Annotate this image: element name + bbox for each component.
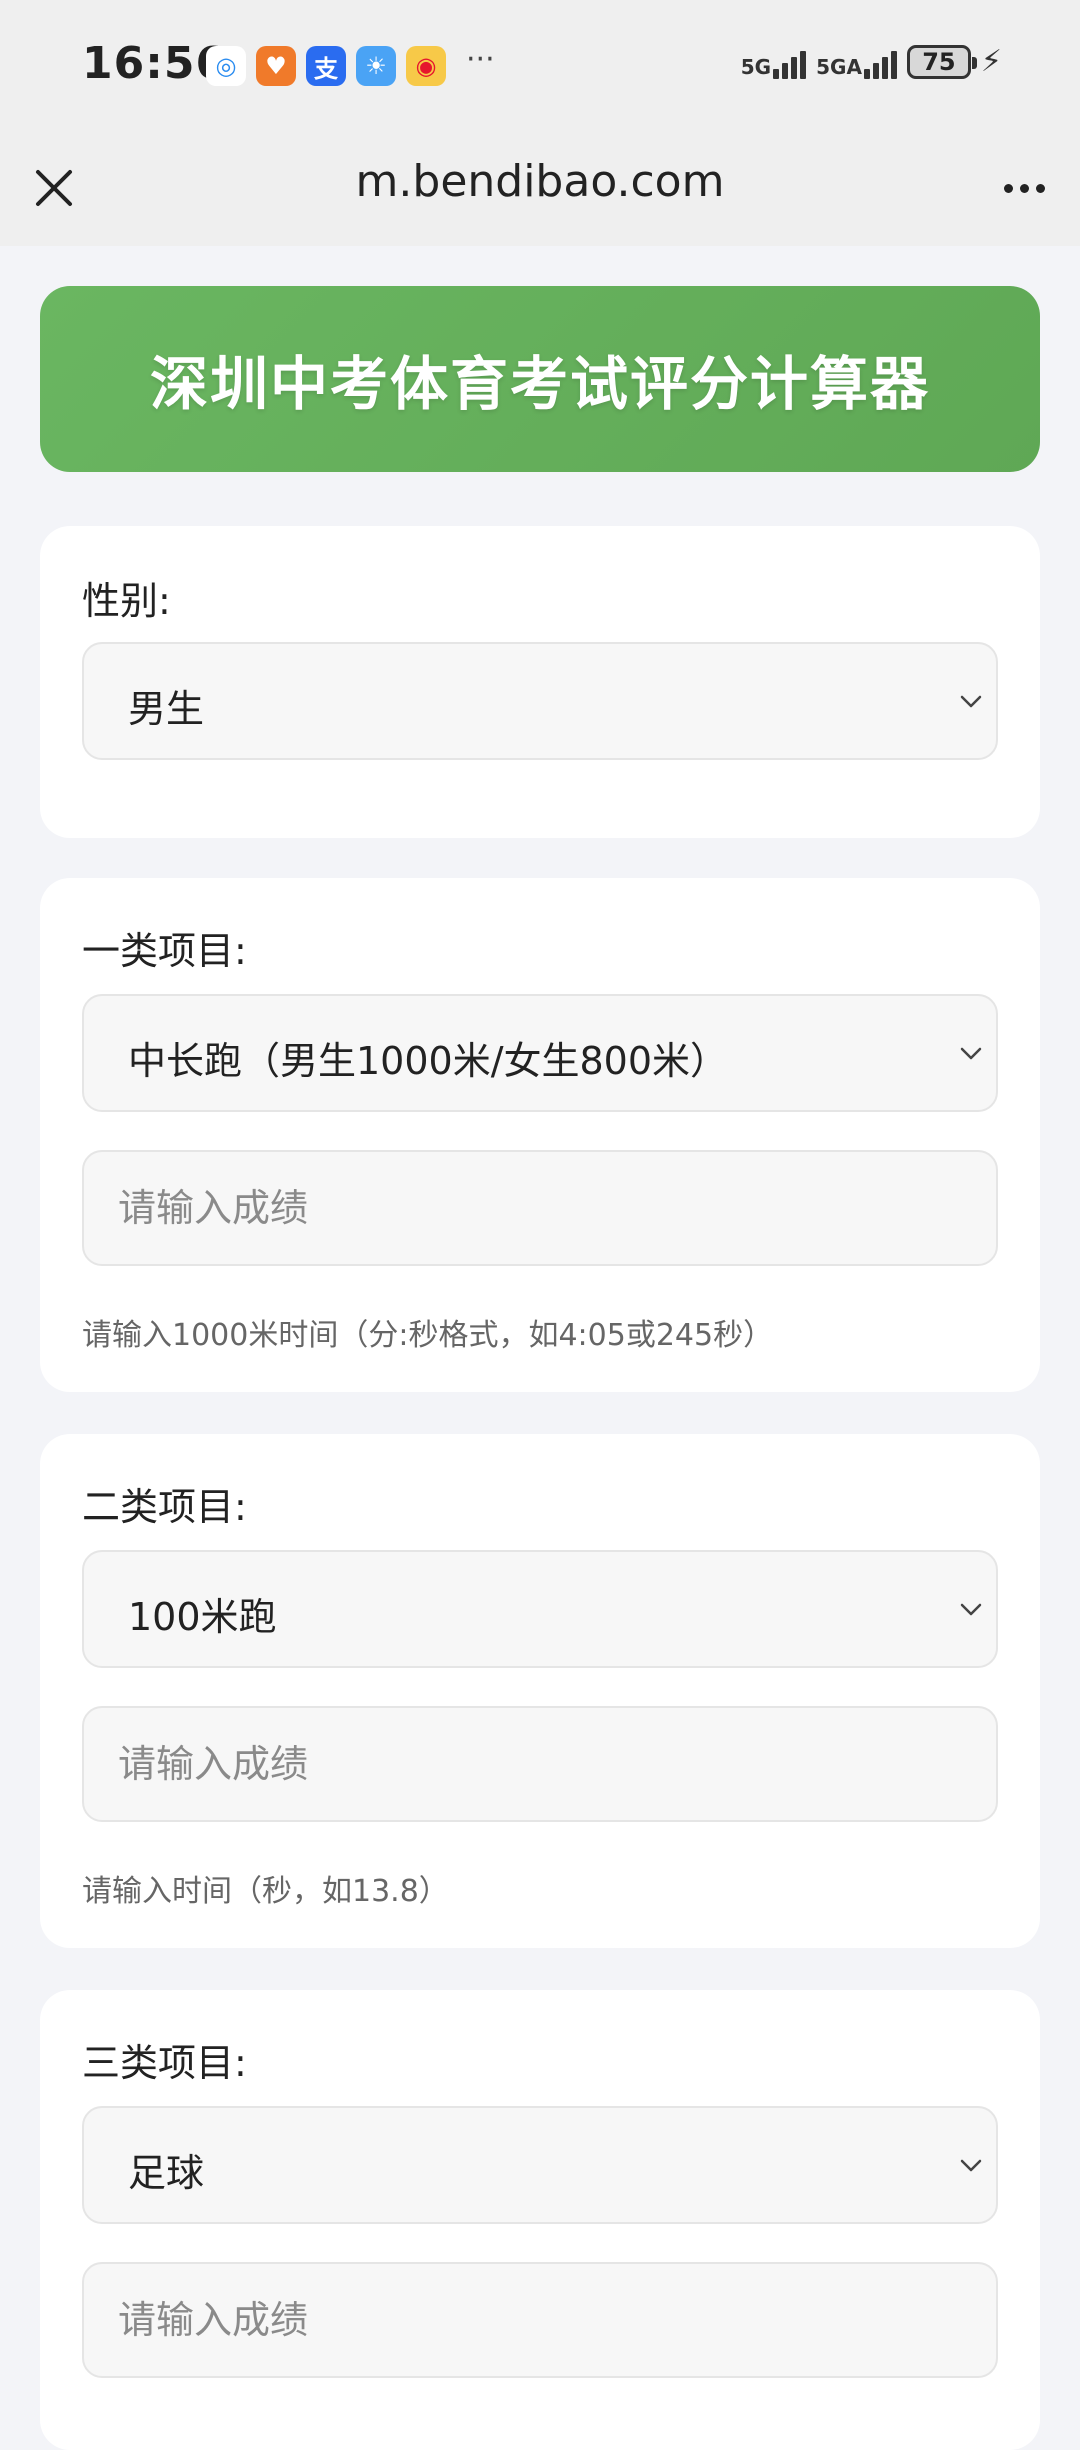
gender-card: 性别: 男生 bbox=[40, 526, 1040, 838]
network-type-label: 5G bbox=[740, 54, 772, 79]
system-indicators: 5G 5GA 75 ⚡ bbox=[741, 44, 1002, 79]
category-2-card: 二类项目: 100米跑 请输入时间（秒，如13.8） bbox=[40, 1434, 1040, 1948]
network-type-label: 5GA bbox=[816, 54, 862, 79]
chevron-down-icon bbox=[960, 2159, 982, 2172]
gender-select[interactable]: 男生 bbox=[82, 642, 998, 760]
category-1-hint: 请输入1000米时间（分:秒格式，如4:05或245秒） bbox=[82, 1318, 774, 1353]
dot-icon bbox=[1003, 183, 1013, 193]
chevron-down-icon bbox=[960, 1603, 982, 1616]
signal-bars-icon bbox=[863, 45, 897, 79]
more-menu-button[interactable] bbox=[994, 158, 1054, 218]
category-1-label: 一类项目: bbox=[82, 929, 247, 973]
category-3-select[interactable]: 足球 bbox=[82, 2106, 998, 2224]
charging-icon: ⚡ bbox=[980, 44, 1002, 79]
weibo-icon: ◉ bbox=[406, 46, 446, 86]
title-banner: 深圳中考体育考试评分计算器 bbox=[40, 286, 1040, 472]
heart-app-icon: ♥ bbox=[256, 46, 296, 86]
category-1-selected-value: 中长跑（男生1000米/女生800米） bbox=[128, 1039, 729, 1083]
weather-icon: ☀ bbox=[356, 46, 396, 86]
dot-icon bbox=[1035, 183, 1045, 193]
browser-toolbar: m.bendibao.com bbox=[0, 130, 1080, 246]
category-2-hint: 请输入时间（秒，如13.8） bbox=[82, 1874, 449, 1909]
category-2-label: 二类项目: bbox=[82, 1485, 247, 1529]
notification-icons: ◎ ♥ 支 ☀ ◉ bbox=[206, 46, 446, 86]
category-2-select[interactable]: 100米跑 bbox=[82, 1550, 998, 1668]
category-3-score-input[interactable] bbox=[82, 2262, 998, 2378]
category-1-card: 一类项目: 中长跑（男生1000米/女生800米） 请输入1000米时间（分:秒… bbox=[40, 878, 1040, 1392]
page-url: m.bendibao.com bbox=[355, 156, 725, 207]
signal-bars-icon bbox=[773, 45, 807, 79]
chevron-down-icon bbox=[960, 1047, 982, 1060]
category-1-score-input[interactable] bbox=[82, 1150, 998, 1266]
category-3-card: 三类项目: 足球 bbox=[40, 1990, 1040, 2450]
signal-5ga: 5GA bbox=[816, 45, 897, 79]
chat-bubble-icon: ◎ bbox=[206, 46, 246, 86]
battery-icon: 75 bbox=[906, 44, 977, 79]
category-3-label: 三类项目: bbox=[82, 2041, 247, 2085]
category-2-score-input[interactable] bbox=[82, 1706, 998, 1822]
battery-level: 75 bbox=[922, 47, 956, 76]
gender-label: 性别: bbox=[82, 579, 171, 623]
chevron-down-icon bbox=[960, 695, 982, 708]
more-notifications-icon: ··· bbox=[466, 42, 495, 77]
category-3-selected-value: 足球 bbox=[128, 2151, 205, 2195]
status-bar: 16:56 ◎ ♥ 支 ☀ ◉ ··· 5G 5GA 75 ⚡ bbox=[0, 0, 1080, 130]
page-title: 深圳中考体育考试评分计算器 bbox=[149, 350, 930, 418]
category-1-select[interactable]: 中长跑（男生1000米/女生800米） bbox=[82, 994, 998, 1112]
alipay-icon: 支 bbox=[306, 46, 346, 86]
signal-5g: 5G bbox=[740, 45, 807, 79]
category-2-selected-value: 100米跑 bbox=[128, 1595, 277, 1639]
dot-icon bbox=[1019, 183, 1029, 193]
gender-selected-value: 男生 bbox=[128, 687, 205, 731]
